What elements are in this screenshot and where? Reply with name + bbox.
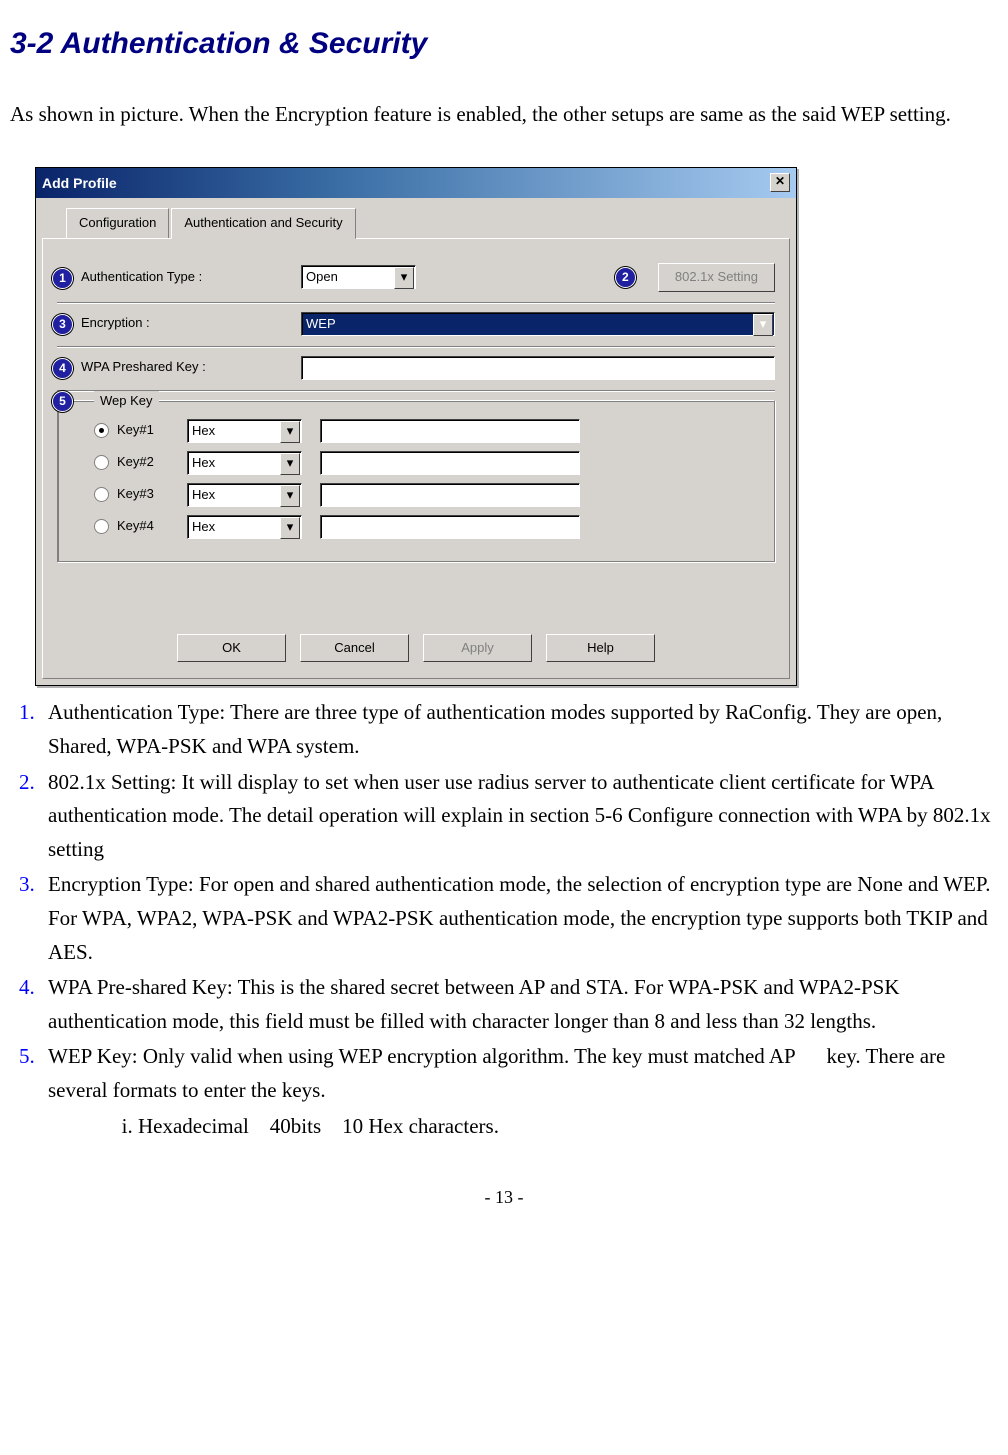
- badge-1: 1: [52, 268, 73, 289]
- row-wpa-preshared: 4 WPA Preshared Key :: [57, 350, 775, 386]
- list-item-1: Authentication Type: There are three typ…: [40, 696, 998, 763]
- label-encryption: Encryption :: [81, 315, 150, 330]
- wep-key-row-4: Key#4 Hex ▾: [94, 515, 760, 539]
- label-key3: Key#3: [117, 484, 187, 505]
- add-profile-dialog: Add Profile ✕ Configuration Authenticati…: [35, 167, 797, 687]
- chevron-down-icon: ▾: [394, 267, 414, 289]
- key1-input[interactable]: [320, 419, 580, 443]
- divider: [57, 302, 775, 304]
- section-heading: 3-2 Authentication & Security: [10, 20, 998, 68]
- apply-button[interactable]: Apply: [423, 634, 532, 663]
- divider: [57, 346, 775, 348]
- tab-row: Configuration Authentication and Securit…: [36, 198, 796, 238]
- key3-format-dropdown[interactable]: Hex ▾: [187, 483, 302, 507]
- sublist: Hexadecimal 40bits 10 Hex characters.: [48, 1110, 998, 1144]
- wep-key-row-2: Key#2 Hex ▾: [94, 451, 760, 475]
- badge-2: 2: [615, 267, 636, 288]
- ok-button[interactable]: OK: [177, 634, 286, 663]
- wep-key-group-label: Wep Key: [94, 391, 159, 412]
- list-item-3: Encryption Type: For open and shared aut…: [40, 868, 998, 969]
- radio-key1[interactable]: [94, 423, 109, 438]
- chevron-down-icon: ▾: [280, 485, 300, 507]
- key2-input[interactable]: [320, 451, 580, 475]
- radio-key3[interactable]: [94, 487, 109, 502]
- key1-format-dropdown[interactable]: Hex ▾: [187, 419, 302, 443]
- tab-configuration[interactable]: Configuration: [66, 208, 169, 238]
- label-wpa-key: WPA Preshared Key :: [81, 359, 206, 374]
- list-item-2: 802.1x Setting: It will display to set w…: [40, 766, 998, 867]
- help-button[interactable]: Help: [546, 634, 655, 663]
- wep-key-row-1: Key#1 Hex ▾: [94, 419, 760, 443]
- key1-format-value: Hex: [192, 420, 215, 442]
- badge-5: 5: [52, 391, 73, 412]
- label-auth-type: Authentication Type :: [81, 269, 202, 284]
- key2-format-value: Hex: [192, 452, 215, 474]
- titlebar: Add Profile ✕: [36, 168, 796, 198]
- sublist-item-i: Hexadecimal 40bits 10 Hex characters.: [138, 1110, 998, 1144]
- list-item-5-text: WEP Key: Only valid when using WEP encry…: [48, 1044, 945, 1102]
- wpa-key-input[interactable]: [301, 356, 775, 380]
- auth-type-value: Open: [306, 266, 338, 288]
- radio-key2[interactable]: [94, 455, 109, 470]
- tab-auth-security[interactable]: Authentication and Security: [171, 208, 355, 239]
- auth-type-dropdown[interactable]: Open ▾: [301, 265, 416, 289]
- window-title: Add Profile: [42, 172, 117, 194]
- intro-paragraph: As shown in picture. When the Encryption…: [10, 98, 998, 132]
- chevron-down-icon: ▾: [280, 421, 300, 443]
- encryption-value: WEP: [306, 313, 336, 335]
- cancel-button[interactable]: Cancel: [300, 634, 409, 663]
- numbered-list: Authentication Type: There are three typ…: [10, 696, 998, 1143]
- wep-key-group: 5 Wep Key Key#1 Hex ▾ Key#2 Hex: [57, 400, 775, 562]
- list-item-5: WEP Key: Only valid when using WEP encry…: [40, 1040, 998, 1143]
- close-button[interactable]: ✕: [770, 173, 790, 192]
- badge-3: 3: [52, 314, 73, 335]
- label-key2: Key#2: [117, 452, 187, 473]
- key2-format-dropdown[interactable]: Hex ▾: [187, 451, 302, 475]
- wep-key-row-3: Key#3 Hex ▾: [94, 483, 760, 507]
- key4-input[interactable]: [320, 515, 580, 539]
- page-number: - 13 -: [10, 1183, 998, 1212]
- dialog-button-row: OK Cancel Apply Help: [57, 622, 775, 667]
- chevron-down-icon: ▾: [280, 453, 300, 475]
- row-auth-type: 1 Authentication Type : Open ▾ 2 802.1x …: [57, 257, 775, 298]
- encryption-dropdown[interactable]: WEP ▾: [301, 312, 775, 336]
- label-key4: Key#4: [117, 516, 187, 537]
- badge-4: 4: [52, 358, 73, 379]
- screenshot-wrapper: Add Profile ✕ Configuration Authenticati…: [35, 167, 998, 687]
- chevron-down-icon: ▾: [280, 517, 300, 539]
- list-item-4: WPA Pre-shared Key: This is the shared s…: [40, 971, 998, 1038]
- label-key1: Key#1: [117, 420, 187, 441]
- divider: [57, 390, 775, 392]
- main-pane: 1 Authentication Type : Open ▾ 2 802.1x …: [42, 238, 790, 680]
- radio-key4[interactable]: [94, 519, 109, 534]
- key4-format-dropdown[interactable]: Hex ▾: [187, 515, 302, 539]
- dot1x-setting-button[interactable]: 802.1x Setting: [658, 263, 775, 292]
- row-encryption: 3 Encryption : WEP ▾: [57, 306, 775, 342]
- key3-input[interactable]: [320, 483, 580, 507]
- key3-format-value: Hex: [192, 484, 215, 506]
- key4-format-value: Hex: [192, 516, 215, 538]
- chevron-down-icon: ▾: [753, 314, 773, 336]
